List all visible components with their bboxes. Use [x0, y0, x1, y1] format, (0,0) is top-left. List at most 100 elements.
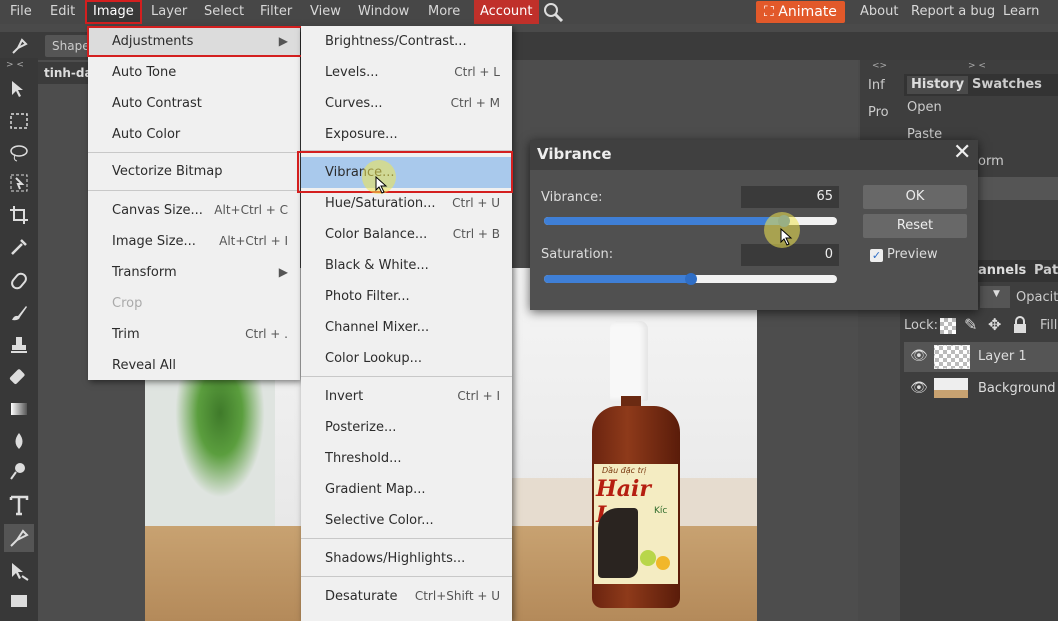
- menu-account[interactable]: Account: [474, 0, 539, 24]
- ok-button[interactable]: OK: [863, 185, 967, 209]
- healing-brush-icon[interactable]: [8, 270, 30, 292]
- highlight-box: [87, 26, 307, 57]
- menu-filter[interactable]: Filter: [260, 0, 292, 24]
- tab-paths[interactable]: Path: [1034, 263, 1058, 278]
- marquee-tool-icon[interactable]: [8, 110, 30, 132]
- layer-row[interactable]: 👁 Background: [904, 374, 1058, 404]
- history-item[interactable]: orm: [978, 154, 1004, 169]
- tab-history[interactable]: History: [907, 76, 969, 94]
- menu-item-transform[interactable]: Transform ▶: [88, 257, 300, 288]
- menu-item-shadows-highlights[interactable]: Shadows/Highlights...: [301, 543, 512, 574]
- menu-view[interactable]: View: [310, 0, 341, 24]
- menu-item-auto-color[interactable]: Auto Color: [88, 119, 300, 150]
- dialog-titlebar[interactable]: Vibrance ✕: [530, 140, 978, 170]
- menu-item-invert[interactable]: Invert Ctrl + I: [301, 381, 512, 412]
- layer-name: Layer 1: [978, 349, 1027, 364]
- collapse-icon[interactable]: > <: [968, 61, 986, 71]
- lasso-tool-icon[interactable]: [8, 142, 30, 164]
- eraser-tool-icon[interactable]: [8, 366, 30, 388]
- submenu-arrow-icon: ▶: [278, 265, 288, 279]
- saturation-slider[interactable]: [544, 273, 837, 285]
- highlight-box: [297, 151, 513, 193]
- label-top-text: Dầu đặc trị: [602, 466, 647, 475]
- move-tool-icon[interactable]: [8, 78, 30, 100]
- menu-item-vectorize-bitmap[interactable]: Vectorize Bitmap: [88, 156, 300, 187]
- collapse-icon[interactable]: <>: [872, 61, 887, 71]
- eye-icon[interactable]: 👁: [910, 348, 928, 364]
- menu-image[interactable]: Image: [85, 0, 142, 24]
- properties-panel-button[interactable]: Pro: [868, 105, 889, 120]
- tab-channels[interactable]: annels: [978, 263, 1026, 278]
- menu-item-auto-contrast[interactable]: Auto Contrast: [88, 88, 300, 119]
- shape-tool-icon[interactable]: [8, 590, 30, 612]
- menu-item-selective-color[interactable]: Selective Color...: [301, 505, 512, 536]
- menu-item-levels[interactable]: Levels... Ctrl + L: [301, 57, 512, 88]
- eyedropper-icon[interactable]: [8, 236, 30, 258]
- brush-tool-icon[interactable]: [8, 302, 30, 324]
- pen-tool-icon: [10, 36, 30, 60]
- blend-mode-dropdown[interactable]: ▼: [980, 286, 1010, 308]
- vibrance-value-input[interactable]: 65: [741, 186, 839, 208]
- menu-item-auto-tone[interactable]: Auto Tone: [88, 57, 300, 88]
- menu-item-trim[interactable]: Trim Ctrl + .: [88, 319, 300, 350]
- path-select-icon[interactable]: [8, 560, 30, 582]
- reset-button[interactable]: Reset: [863, 214, 967, 238]
- menu-report-bug[interactable]: Report a bug: [911, 0, 995, 24]
- menu-item-desaturate[interactable]: Desaturate Ctrl+Shift + U: [301, 581, 512, 612]
- gradient-tool-icon[interactable]: [8, 398, 30, 420]
- clone-stamp-icon[interactable]: [8, 334, 30, 356]
- preview-checkbox[interactable]: ✓: [870, 249, 883, 262]
- close-icon[interactable]: ✕: [953, 140, 971, 165]
- eye-icon[interactable]: 👁: [910, 380, 928, 396]
- lock-all-icon[interactable]: [1012, 316, 1028, 338]
- quick-select-icon[interactable]: [8, 172, 30, 194]
- menu-item-color-lookup[interactable]: Color Lookup...: [301, 343, 512, 374]
- animate-button[interactable]: ⛶ Animate: [756, 1, 845, 23]
- menu-layer[interactable]: Layer: [151, 0, 187, 24]
- menu-item-reveal-all[interactable]: Reveal All: [88, 350, 300, 381]
- menu-item-brightness-contrast[interactable]: Brightness/Contrast...: [301, 26, 512, 57]
- mouse-cursor-icon: [375, 176, 388, 194]
- history-item[interactable]: Open: [907, 100, 942, 115]
- menu-item-exposure[interactable]: Exposure...: [301, 119, 512, 150]
- info-panel-button[interactable]: Inf: [868, 78, 885, 93]
- history-item-selected[interactable]: [978, 177, 1058, 200]
- menu-item-canvas-size[interactable]: Canvas Size... Alt+Ctrl + C: [88, 195, 300, 226]
- menu-item-threshold[interactable]: Threshold...: [301, 443, 512, 474]
- collapse-icon[interactable]: > <: [6, 60, 24, 70]
- menu-select[interactable]: Select: [204, 0, 244, 24]
- menu-item-curves[interactable]: Curves... Ctrl + M: [301, 88, 512, 119]
- fill-label: Fill: [1040, 318, 1058, 333]
- lock-paint-icon[interactable]: ✎: [964, 315, 977, 334]
- menu-edit[interactable]: Edit: [50, 0, 75, 24]
- lock-move-icon[interactable]: ✥: [988, 315, 1001, 334]
- menu-item-posterize[interactable]: Posterize...: [301, 412, 512, 443]
- menu-item-image-size[interactable]: Image Size... Alt+Ctrl + I: [88, 226, 300, 257]
- menu-learn[interactable]: Learn: [1003, 0, 1039, 24]
- type-tool-icon[interactable]: [8, 494, 30, 516]
- menu-file[interactable]: File: [10, 0, 32, 24]
- menu-item-gradient-map[interactable]: Gradient Map...: [301, 474, 512, 505]
- menu-separator: [88, 152, 300, 153]
- pen-tool-icon[interactable]: [8, 527, 30, 549]
- menu-item-photo-filter[interactable]: Photo Filter...: [301, 281, 512, 312]
- vibrance-label: Vibrance:: [541, 190, 603, 205]
- menu-about[interactable]: About: [860, 0, 898, 24]
- dodge-tool-icon[interactable]: [8, 460, 30, 482]
- lock-transparency-icon[interactable]: [940, 318, 956, 334]
- saturation-value-input[interactable]: 0: [741, 244, 839, 266]
- layer-row[interactable]: 👁 Layer 1: [904, 342, 1058, 372]
- layers-tabbar: annels Path: [978, 260, 1058, 282]
- bottle-label: Dầu đặc trị Hair Lo Kíc: [594, 464, 678, 584]
- blur-tool-icon[interactable]: [8, 430, 30, 452]
- menu-window[interactable]: Window: [358, 0, 409, 24]
- menu-item-color-balance[interactable]: Color Balance... Ctrl + B: [301, 219, 512, 250]
- search-icon[interactable]: [543, 2, 565, 26]
- tab-swatches[interactable]: Swatches: [968, 76, 1046, 94]
- saturation-slider-thumb[interactable]: [684, 273, 697, 285]
- menu-item-channel-mixer[interactable]: Channel Mixer...: [301, 312, 512, 343]
- history-tabbar: History Swatches: [904, 74, 1058, 96]
- menu-item-black-white[interactable]: Black & White...: [301, 250, 512, 281]
- menu-more[interactable]: More: [428, 0, 460, 24]
- crop-tool-icon[interactable]: [8, 204, 30, 226]
